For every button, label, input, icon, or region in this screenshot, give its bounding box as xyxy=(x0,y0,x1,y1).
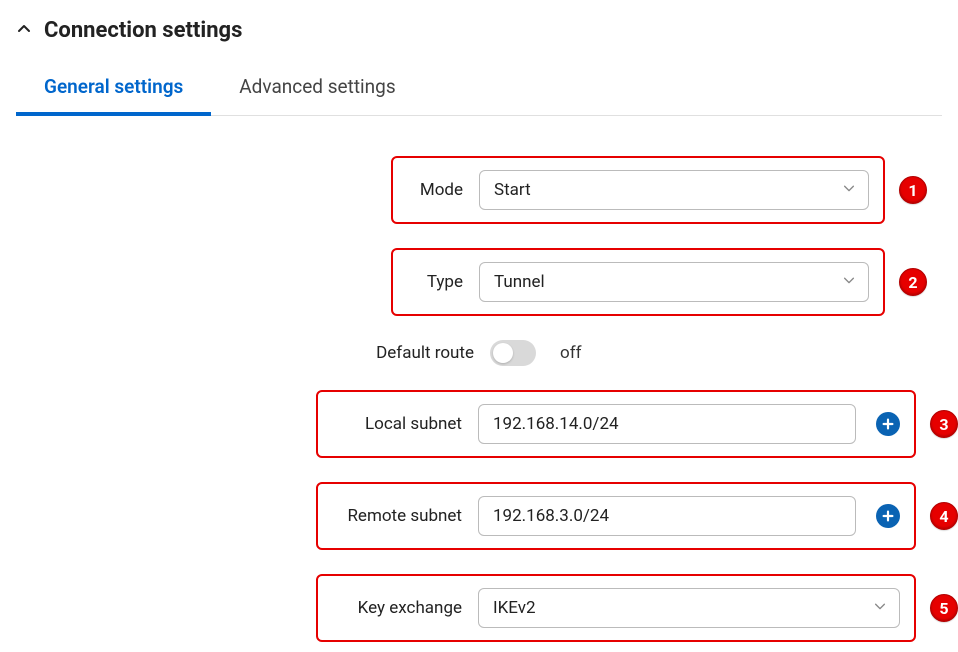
tab-general-settings[interactable]: General settings xyxy=(16,63,211,116)
default-route-state: off xyxy=(560,343,582,363)
key-exchange-label: Key exchange xyxy=(332,598,462,618)
type-label: Type xyxy=(407,272,463,292)
chevron-up-icon[interactable] xyxy=(16,21,32,41)
callout-badge: 4 xyxy=(930,502,958,530)
type-select[interactable]: Tunnel xyxy=(479,262,869,302)
section-header: Connection settings xyxy=(16,10,942,63)
callout-badge: 1 xyxy=(899,176,927,204)
mode-select[interactable]: Start xyxy=(479,170,869,210)
plus-icon xyxy=(881,509,895,523)
row-remote-subnet: Remote subnet xyxy=(316,482,916,550)
key-exchange-select-value: IKEv2 xyxy=(493,598,536,618)
row-type: Type Tunnel xyxy=(391,248,885,316)
row-default-route: Default route off xyxy=(336,340,830,366)
callout-badge: 5 xyxy=(930,594,958,622)
tab-advanced-settings[interactable]: Advanced settings xyxy=(211,63,423,115)
plus-icon xyxy=(881,417,895,431)
tab-bar: General settings Advanced settings xyxy=(16,63,942,116)
default-route-toggle[interactable] xyxy=(490,340,536,366)
mode-select-value: Start xyxy=(494,180,531,200)
toggle-knob xyxy=(493,343,513,363)
settings-form: Mode Start 1 Type Tunnel 2 Default route xyxy=(16,156,942,642)
chevron-down-icon xyxy=(842,180,856,200)
default-route-label: Default route xyxy=(350,343,474,363)
section-title: Connection settings xyxy=(44,18,242,43)
callout-badge: 2 xyxy=(899,268,927,296)
callout-badge: 3 xyxy=(930,410,958,438)
local-subnet-input[interactable] xyxy=(478,404,856,444)
chevron-down-icon xyxy=(842,272,856,292)
remote-subnet-input[interactable] xyxy=(478,496,856,536)
local-subnet-label: Local subnet xyxy=(332,414,462,434)
mode-label: Mode xyxy=(407,180,463,200)
remote-subnet-label: Remote subnet xyxy=(332,506,462,526)
row-key-exchange: Key exchange IKEv2 xyxy=(316,574,916,642)
chevron-down-icon xyxy=(873,598,887,618)
type-select-value: Tunnel xyxy=(494,272,545,292)
row-mode: Mode Start xyxy=(391,156,885,224)
row-local-subnet: Local subnet xyxy=(316,390,916,458)
key-exchange-select[interactable]: IKEv2 xyxy=(478,588,900,628)
add-remote-subnet-button[interactable] xyxy=(876,504,900,528)
add-local-subnet-button[interactable] xyxy=(876,412,900,436)
